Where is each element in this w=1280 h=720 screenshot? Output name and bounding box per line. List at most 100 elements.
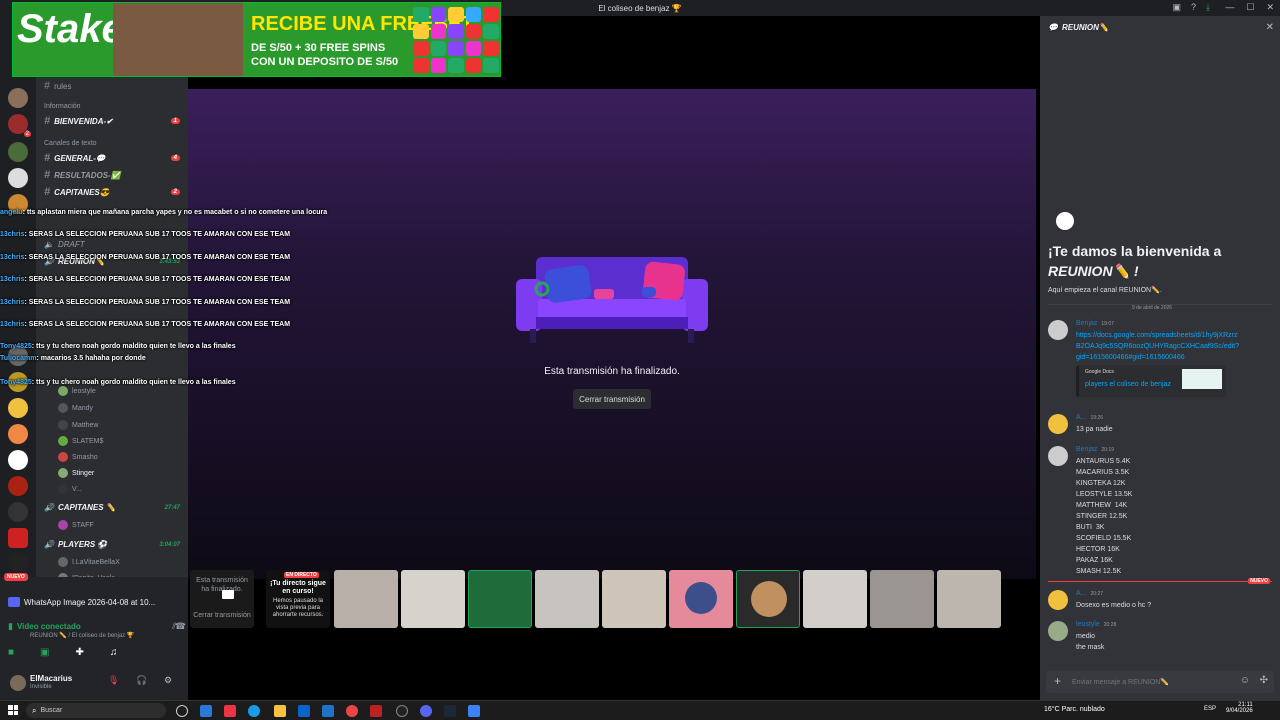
app-icon[interactable] <box>396 705 408 717</box>
server-icon[interactable] <box>8 450 28 470</box>
message-input[interactable] <box>1072 675 1222 689</box>
voice-channel-players[interactable]: 🔊 PLAYERS ⚽ 3:04:07 <box>44 540 184 549</box>
voice-user[interactable]: Smasho <box>58 452 98 462</box>
participant-tile[interactable] <box>535 570 599 628</box>
store-icon[interactable] <box>298 705 310 717</box>
edge-icon[interactable] <box>248 705 260 717</box>
ad-logo: Stake <box>17 7 124 51</box>
server-icon[interactable] <box>8 142 28 162</box>
app-icon[interactable] <box>468 705 480 717</box>
server-icon[interactable] <box>8 398 28 418</box>
windows-start-icon[interactable] <box>8 705 18 715</box>
voice-user[interactable]: Matthew <box>58 420 98 430</box>
avatar[interactable] <box>1048 414 1068 434</box>
chat-message: A... 20:27 Dosexo es medio o hc ? <box>1048 590 1276 614</box>
server-icon[interactable] <box>8 476 28 496</box>
voice-user[interactable]: STAFF <box>58 520 94 530</box>
shared-file-row[interactable]: WhatsApp Image 2026-04-08 at 10... <box>8 597 184 607</box>
inbox-icon[interactable]: ▣ <box>1172 2 1181 13</box>
taskbar-search[interactable]: ⌕ Buscar <box>26 703 166 718</box>
channel-bienvenida[interactable]: # BIENVENIDA-✔ 1 <box>44 115 184 127</box>
close-window-button[interactable]: ✕ <box>1266 2 1274 13</box>
unread-badge: 2 <box>170 189 180 195</box>
voice-user[interactable]: I.LaVitaeBellaX <box>58 557 120 567</box>
server-icon[interactable] <box>8 502 28 522</box>
weather-widget[interactable]: 16°C Parc. nublado <box>1044 706 1105 713</box>
app-icon[interactable] <box>224 705 236 717</box>
tile-close-text[interactable]: Cerrar transmisión <box>192 612 252 619</box>
participant-tile[interactable]: EN DIRECTO ¡Tu directo sigue en curso! H… <box>266 570 330 628</box>
language-indicator[interactable]: ESP <box>1204 706 1216 712</box>
chrome-icon[interactable] <box>346 705 358 717</box>
soundboard-icon[interactable]: ♫ <box>110 647 118 658</box>
apps-icon[interactable]: ✣ <box>1260 675 1268 686</box>
ad-banner[interactable]: Stake RECIBE UNA FREEBET DE S/50 + 30 FR… <box>12 2 501 77</box>
app-icon[interactable] <box>370 705 382 717</box>
new-divider: NUEVO <box>1248 578 1270 584</box>
participant-tile[interactable]: Esta transmisión ha finalizado. Cerrar t… <box>190 570 254 628</box>
close-icon[interactable]: ✕ <box>1266 22 1274 33</box>
headphones-icon[interactable]: 🎧 <box>136 675 147 686</box>
download-icon[interactable]: ⤓ <box>1206 2 1210 13</box>
message-link[interactable]: https://docs.google.com/spreadsheets/d/1… <box>1076 330 1239 363</box>
avatar[interactable] <box>1048 320 1068 340</box>
chat-message: Benjaz 20:19 ANTAURUS 5.4K MACARIUS 3.5K … <box>1048 446 1276 581</box>
category-text[interactable]: Canales de texto <box>44 140 97 147</box>
user-panel: NUEVO WhatsApp Image 2026-04-08 at 10...… <box>0 573 188 700</box>
welcome-title: ¡Te damos la bienvenida a <box>1048 243 1222 259</box>
plus-icon[interactable]: + <box>1054 674 1061 688</box>
hash-icon: # <box>44 80 51 92</box>
channel-general[interactable]: # GENERAL-💬 4 <box>44 152 184 164</box>
link-embed[interactable]: Google Docs players el coliseo de benjaz <box>1076 365 1226 397</box>
close-stream-button[interactable]: Cerrar transmisión <box>573 389 651 409</box>
server-icon[interactable] <box>8 168 28 188</box>
signal-icon: ▮ <box>8 621 13 631</box>
participant-tile[interactable] <box>803 570 867 628</box>
participant-tile[interactable] <box>937 570 1001 628</box>
voice-user[interactable]: SLATEM$ <box>58 436 103 446</box>
voice-user[interactable]: V... <box>58 484 82 494</box>
disconnect-icon[interactable]: ☎ <box>175 621 186 632</box>
channel-resultados[interactable]: # RESULTADOS-✅ <box>44 169 184 181</box>
hash-icon: # <box>44 186 51 198</box>
participant-tile[interactable] <box>736 570 800 628</box>
server-icon[interactable] <box>8 424 28 444</box>
voice-status[interactable]: ▮ Video conectado <box>8 621 81 632</box>
participant-tile[interactable] <box>401 570 465 628</box>
help-icon[interactable]: ? <box>1191 2 1196 13</box>
steam-icon[interactable] <box>444 705 456 717</box>
channel-rules[interactable]: # rules <box>44 80 184 92</box>
avatar[interactable] <box>10 675 26 691</box>
server-icon[interactable]: 2 <box>8 114 31 137</box>
minimize-button[interactable]: — <box>1225 2 1234 13</box>
participant-tile[interactable] <box>602 570 666 628</box>
emoji-icon[interactable]: ☺ <box>1240 675 1250 686</box>
screenshare-icon[interactable]: ▣ <box>40 647 49 658</box>
voice-channel-capitanes[interactable]: 🔊 CAPITANES ✏️ 27:47 <box>44 503 184 512</box>
avatar[interactable] <box>1048 446 1068 466</box>
server-icon[interactable] <box>8 552 28 572</box>
participant-tile[interactable] <box>870 570 934 628</box>
voice-user[interactable]: Stinger <box>58 468 94 478</box>
participant-tile[interactable] <box>669 570 733 628</box>
participant-tile[interactable] <box>468 570 532 628</box>
mail-icon[interactable] <box>322 705 334 717</box>
app-icon[interactable] <box>200 705 212 717</box>
avatar[interactable] <box>1048 621 1068 641</box>
category-info[interactable]: Información <box>44 103 81 110</box>
avatar[interactable] <box>1048 590 1068 610</box>
clock[interactable]: 21:11 9/04/2026 <box>1226 702 1253 714</box>
voice-user[interactable]: Mandy <box>58 403 93 413</box>
server-icon[interactable] <box>8 528 28 548</box>
participant-tile[interactable] <box>334 570 398 628</box>
folder-icon[interactable] <box>274 705 286 717</box>
maximize-button[interactable]: ☐ <box>1246 2 1254 13</box>
gear-icon[interactable]: ⚙ <box>164 675 172 686</box>
server-icon[interactable] <box>8 88 28 108</box>
mic-muted-icon[interactable]: 🎙 <box>108 675 119 686</box>
activity-icon[interactable]: ✚ <box>76 647 84 658</box>
channel-capitanes[interactable]: # CAPITANES😎 2 <box>44 186 184 198</box>
camera-icon[interactable]: ■ <box>8 647 14 658</box>
taskview-icon[interactable] <box>176 705 188 717</box>
discord-icon[interactable] <box>420 705 432 717</box>
